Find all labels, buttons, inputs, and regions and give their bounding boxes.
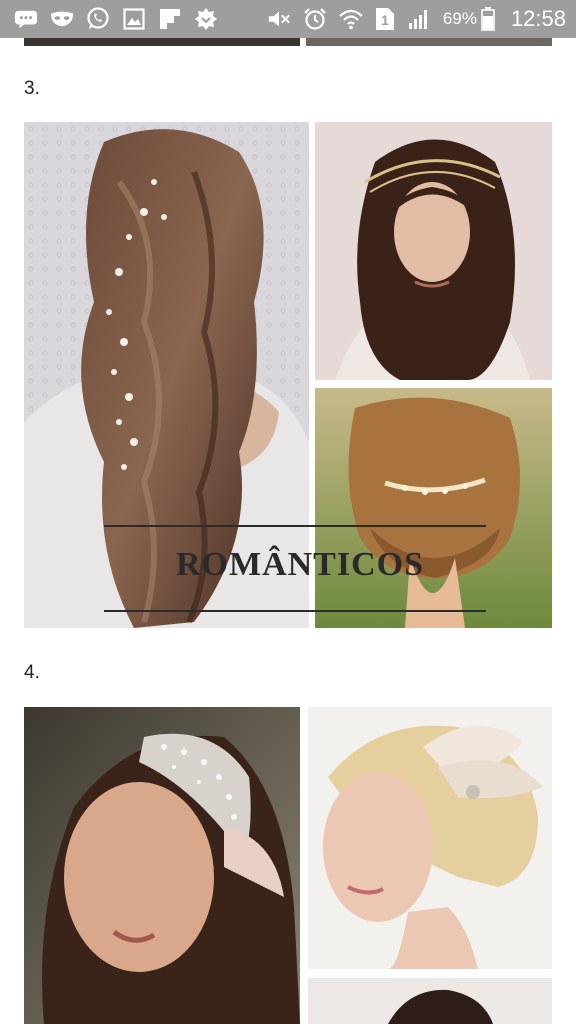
blonde-updo-with-feather-fascinator-photo[interactable] [308,707,552,969]
system-icons: 1 69% 12:58 [267,6,566,32]
battery-indicator: 69% [442,7,495,31]
gallery-icon [122,8,146,30]
updo-with-gold-hair-comb-photo[interactable] [315,388,552,628]
wifi-icon [339,8,363,30]
section-3-banner-title: ROMÂNTICOS [175,546,425,583]
crystal-headpiece-photo[interactable] [24,707,300,1024]
dark-hair-partial-photo[interactable] [308,978,552,1024]
badge-icon [194,8,218,30]
message-icon [14,8,38,30]
battery-icon [481,7,495,31]
whatsapp-icon [86,7,110,30]
previous-images-edge [24,38,552,46]
signal-icon [407,8,431,30]
clock: 12:58 [510,6,566,31]
status-bar: 1 69% 12:58 [0,0,576,38]
screen: 1 69% 12:58 3. ROMÂNTICOS 4. [0,0,576,1024]
curly-hair-with-gold-headband-photo[interactable] [315,122,552,380]
alarm-icon [303,8,327,30]
banner-top-line [104,525,486,527]
article-content[interactable]: 3. ROMÂNTICOS 4. [0,38,576,1024]
sim-icon: 1 [375,8,395,30]
notification-icons [14,7,218,30]
banner-bottom-line [104,610,486,612]
sim-slot-label: 1 [381,12,389,28]
mask-icon [50,8,74,30]
battery-percent: 69% [442,9,477,28]
flipboard-icon [158,8,182,30]
section-3-number: 3. [24,78,40,99]
section-4-number: 4. [24,662,40,683]
mute-icon [267,8,291,30]
